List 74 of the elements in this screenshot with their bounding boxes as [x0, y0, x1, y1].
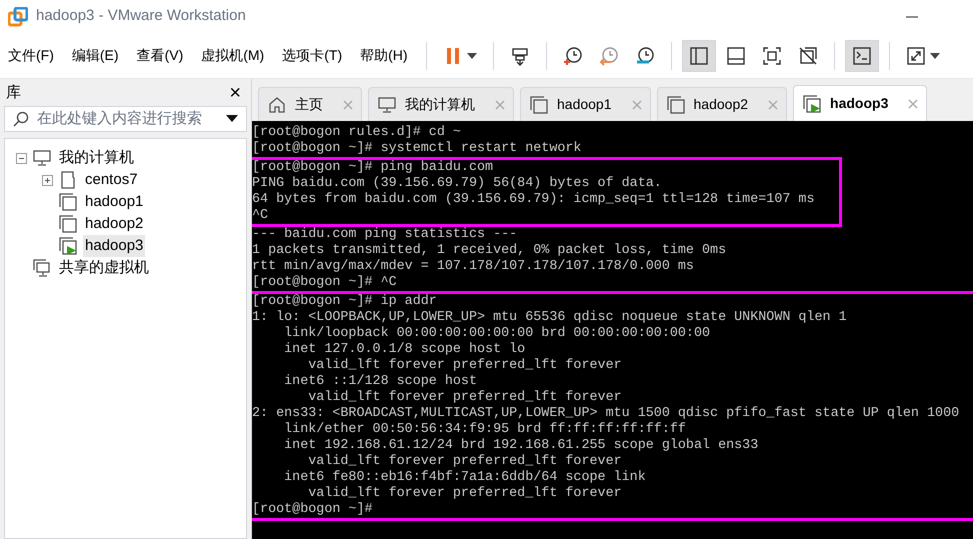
shared-computers-icon [32, 258, 52, 278]
terminal-line: link/ether 00:50:56:34:f9:95 brd ff:ff:ff:ff:ff:ff [283, 422, 687, 438]
collapse-icon[interactable] [16, 152, 26, 164]
tab[interactable]: 我的计算机 [368, 87, 514, 121]
terminal-line: inet6 fe80::eb16:f4bf:7a1a:6ddb/64 scope link [283, 470, 647, 486]
console-icon [852, 46, 872, 66]
computer-icon [377, 94, 397, 114]
crossed-windows-icon [798, 46, 818, 66]
terminal-line: inet 127.0.0.1/8 scope host lo [283, 342, 526, 358]
terminal-line: [root@bogon ~]# ip addr [252, 294, 438, 310]
computer-icon [32, 148, 52, 168]
terminal-line: link/loopback 00:00:00:00:00:00 brd 00:00:00:00:00:00 [283, 326, 712, 342]
terminal-line: PING baidu.com (39.156.69.79) 56(84) bytes of data. [252, 176, 663, 192]
dropdown-caret-icon[interactable] [226, 115, 238, 123]
terminal-line: [root@bogon rules.d]# cd ~ [252, 125, 462, 141]
terminal-line: 1 packets transmitted, 1 received, 0% packet loss, time 0ms [252, 243, 726, 259]
menu-item[interactable]: 文件(F) [8, 45, 54, 66]
tree-item[interactable]: 共享的虚拟机 [57, 256, 151, 280]
tree-item[interactable]: 我的计算机 [57, 146, 136, 170]
expand-arrows-icon [906, 46, 926, 66]
terminal-line: ^C [252, 208, 270, 224]
terminal-line: valid_lft forever preferred_lft forever [307, 486, 623, 502]
app-logo-icon [8, 6, 28, 26]
bottom-panel-icon [726, 46, 746, 66]
terminal-line: 1: lo: <LOOPBACK,UP,LOWER_UP> mtu 65536 qdisc noqueue state UNKNOWN qlen 1 [252, 310, 848, 326]
terminal-line: [root@bogon ~]# systemctl restart network [252, 141, 582, 157]
terminal-line: 64 bytes from baidu.com (39.156.69.79): icmp_seq=1 ttl=128 time=107 ms [252, 192, 814, 208]
terminal-line: inet 192.168.61.12/24 brd 192.168.61.255 scope global ens33 [283, 438, 760, 454]
tab[interactable]: hadoop2 [656, 87, 788, 121]
tab[interactable]: hadoop3 [793, 85, 928, 121]
menu-item[interactable]: 虚拟机(M) [201, 45, 264, 66]
tab[interactable]: hadoop1 [520, 87, 651, 121]
menu-item[interactable]: 选项卡(T) [282, 45, 342, 66]
sidebar-layout-icon [688, 46, 709, 66]
close-button[interactable]: × [229, 83, 241, 103]
caret-icon [930, 52, 940, 58]
home-icon [267, 94, 287, 114]
tree-item[interactable]: hadoop3 [83, 234, 146, 258]
terminal-line: 2: ens33: <BROADCAST,MULTICAST,UP,LOWER_UP> mtu 1500 qdisc pfifo_fast state UP qlen 1000 [252, 406, 960, 422]
tree-item[interactable]: hadoop1 [83, 190, 146, 214]
stacked-squares-play-icon [58, 236, 78, 256]
tree-item[interactable]: centos7 [83, 168, 140, 192]
console-button[interactable] [844, 40, 879, 72]
sidebar-layout-button[interactable] [682, 40, 716, 72]
menu-item[interactable]: 编辑(E) [72, 45, 119, 66]
search-field[interactable]: 在此处键入内容进行搜索 [4, 106, 247, 132]
terminal-line: [root@bogon ~]# ping baidu.com [252, 160, 494, 176]
terminal-line: inet6 ::1/128 scope host [283, 374, 478, 390]
stacked-squares-icon [58, 214, 78, 234]
expand-icon[interactable] [42, 174, 52, 186]
stacked-squares-icon [666, 94, 686, 114]
caret-icon [466, 52, 477, 58]
terminal-line: [root@bogon ~]# [252, 502, 374, 518]
stacked-squares-icon [529, 94, 549, 114]
search-icon [13, 111, 29, 127]
terminal-line: rtt min/avg/max/mdev = 107.178/107.178/107.178/0.000 ms [252, 259, 695, 275]
terminal-line: [root@bogon ~]# ^C [252, 275, 398, 291]
window-title: hadoop3 - VMware Workstation [36, 6, 246, 26]
tree-item[interactable]: hadoop2 [83, 212, 146, 236]
stacked-squares-icon [58, 192, 78, 212]
frame-corners-icon [762, 46, 782, 66]
clock-wrench-icon [634, 46, 655, 66]
terminal-line: valid_lft forever preferred_lft forever [307, 454, 623, 470]
terminal-line: valid_lft forever preferred_lft forever [307, 390, 623, 406]
menu-item[interactable]: 帮助(H) [360, 45, 408, 66]
tab[interactable]: 主页 [258, 87, 362, 121]
stacked-squares-play-icon [802, 94, 822, 114]
terminal-line: --- baidu.com ping statistics --- [252, 227, 518, 243]
keyboard-icon [510, 46, 530, 66]
terminal-screen[interactable] [252, 121, 973, 539]
panel-title: 库 [6, 82, 21, 103]
clock-plus-icon [562, 46, 583, 66]
menu-item[interactable]: 查看(V) [136, 45, 184, 66]
terminal-line: valid_lft forever preferred_lft forever [307, 358, 623, 374]
